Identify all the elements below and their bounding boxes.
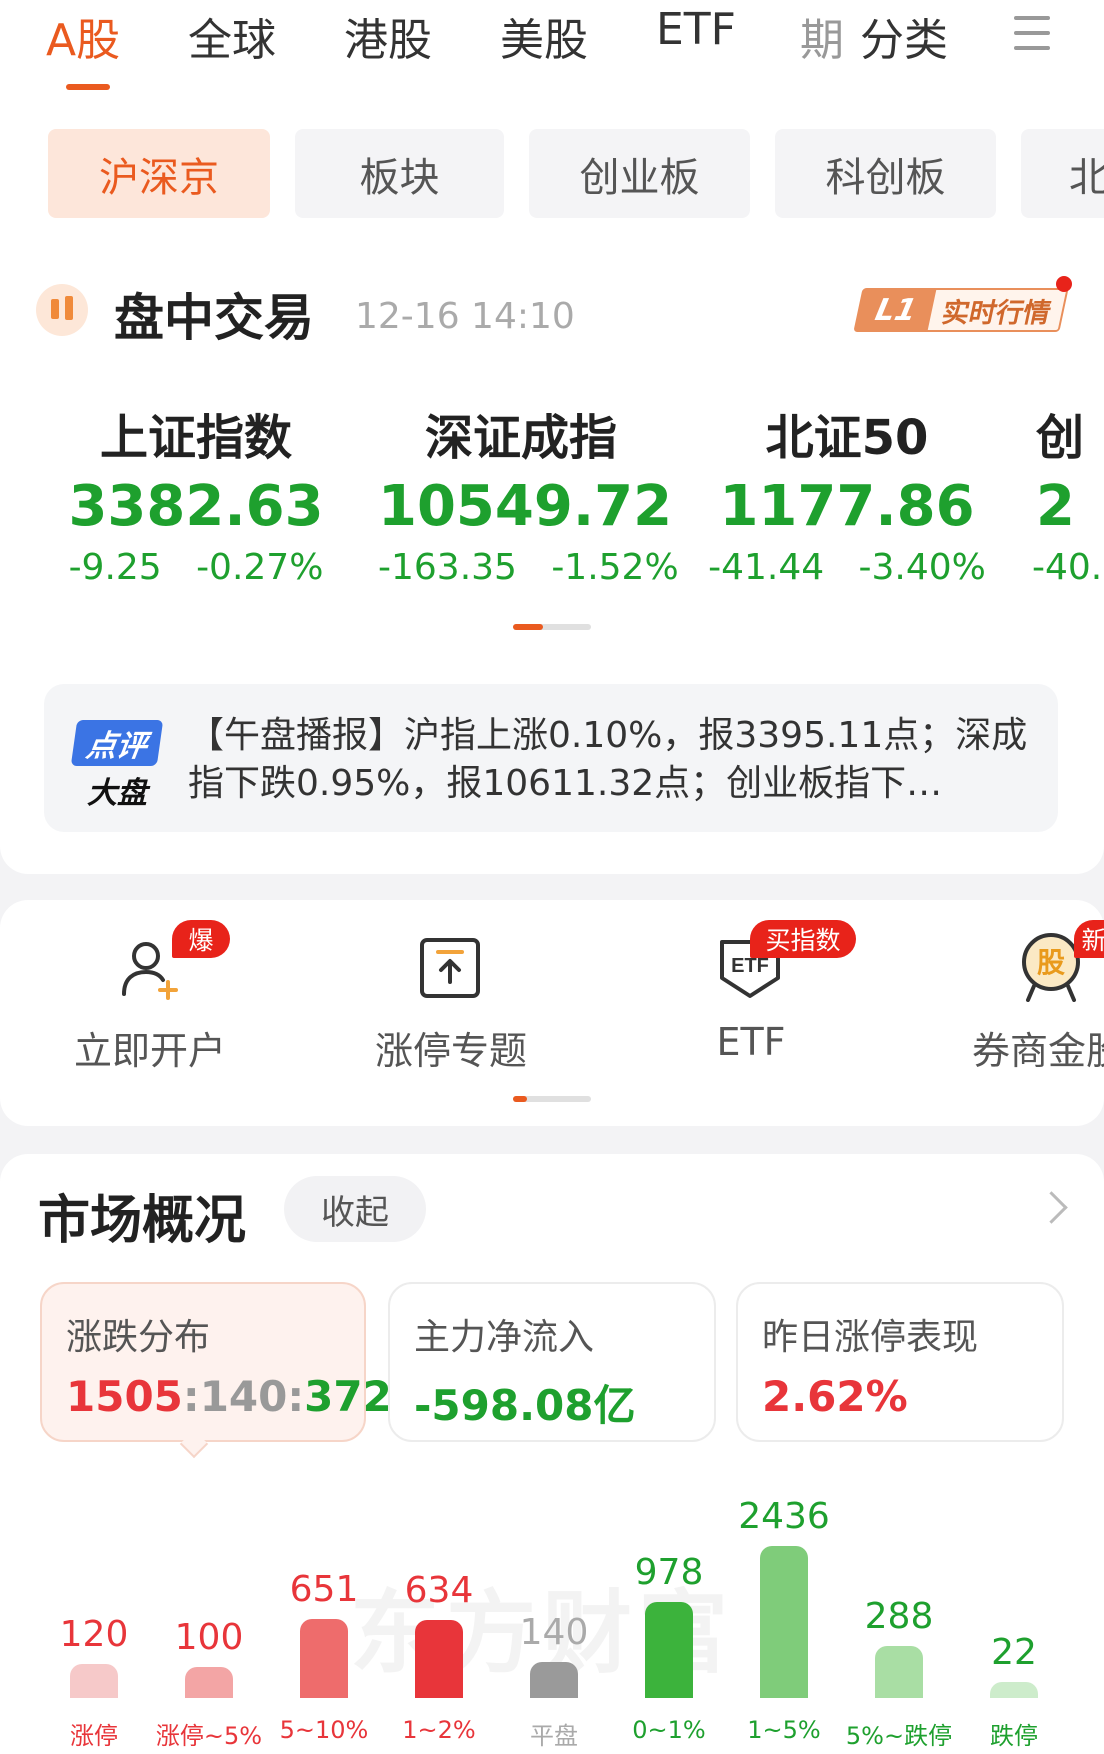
candlestick-icon (36, 284, 88, 336)
trading-title: 盘中交易 (114, 289, 314, 347)
new-badge: 新 (1074, 920, 1104, 958)
stat-value: 2.62% (762, 1372, 908, 1421)
index-name: 北证50 (765, 410, 929, 466)
chart-bar (875, 1646, 923, 1698)
index-name: 创 (1036, 410, 1085, 466)
quick-link-etf[interactable]: ETF (676, 1020, 826, 1064)
commentary-logo: 点评 大盘 (70, 720, 164, 812)
chart-value-label: 978 (634, 1552, 704, 1593)
chart-category-label: 5%~跌停 (845, 1722, 953, 1750)
index-chinext[interactable]: 创 2 -40. (1032, 398, 1104, 588)
subtab-sector[interactable]: 板块 (295, 129, 504, 218)
limit-up-topic-icon (420, 938, 480, 998)
hot-badge: 爆 (172, 920, 230, 958)
stat-yesterday-limit-up[interactable]: 昨日涨停表现 2.62% (736, 1282, 1064, 1442)
stat-label: 涨跌分布 (66, 1317, 211, 1358)
chart-bar (645, 1602, 693, 1698)
market-commentary[interactable]: 点评 大盘 【午盘播报】沪指上涨0.10%，报3395.11点；深成指下跌0.9… (44, 684, 1058, 832)
chart-value-label: 100 (174, 1617, 244, 1658)
chart-bar (185, 1667, 233, 1698)
realtime-label: 实时行情 (925, 288, 1069, 332)
chart-value-label: 120 (59, 1614, 129, 1655)
stat-label: 主力净流入 (414, 1317, 595, 1358)
chart-category-label: 1~5% (747, 1716, 821, 1744)
index-value: 2 (1036, 474, 1075, 539)
index-change: -40. (1032, 547, 1103, 588)
trading-time: 12-16 14:10 (355, 296, 575, 337)
quick-links-card (0, 900, 1104, 1126)
stat-label: 昨日涨停表现 (762, 1317, 979, 1358)
realtime-quote-badge[interactable]: L1 实时行情 (853, 276, 1072, 332)
index-name: 深证成指 (424, 410, 617, 466)
subtab-bse[interactable]: 北 (1021, 129, 1104, 218)
index-name: 上证指数 (99, 410, 292, 466)
tab-futures[interactable]: 期 (800, 4, 844, 68)
index-value: 10549.72 (378, 474, 673, 539)
chart-category-label: 跌停 (990, 1722, 1038, 1750)
menu-icon[interactable] (1014, 16, 1050, 61)
chart-value-label: 634 (404, 1570, 474, 1611)
chart-bar (300, 1619, 348, 1698)
index-buy-badge: 买指数 (750, 920, 856, 958)
quick-links-pager (513, 1096, 591, 1102)
stat-up-down-distribution[interactable]: 涨跌分布 1505:140:3724 (40, 1282, 422, 1442)
chart-value-label: 2436 (738, 1496, 830, 1537)
chart-category-label: 涨停 (70, 1722, 118, 1750)
chart-value-label: 288 (864, 1596, 934, 1637)
svg-text:股: 股 (1037, 946, 1065, 979)
active-tab-indicator (66, 84, 110, 90)
subtab-hsj[interactable]: 沪深京 (48, 129, 270, 218)
chart-category-label: 0~1% (632, 1716, 706, 1744)
quick-link-limit-up[interactable]: 涨停专题 (358, 1020, 544, 1075)
chart-bar (415, 1620, 463, 1698)
collapse-button[interactable]: 收起 (284, 1176, 426, 1242)
chart-bar (760, 1546, 808, 1698)
chart-bar (990, 1682, 1038, 1698)
index-change: -41.44 -3.40% (708, 547, 986, 588)
subtab-chinext[interactable]: 创业板 (529, 129, 750, 218)
quick-link-broker-gold[interactable]: 券商金股 (972, 1020, 1104, 1075)
chart-category-label: 5~10% (279, 1716, 369, 1744)
tab-hk[interactable]: 港股 (344, 4, 432, 68)
index-change: -163.35 -1.52% (378, 547, 679, 588)
stat-main-net-inflow[interactable]: 主力净流入 -598.08亿 (388, 1282, 716, 1442)
chart-value-label: 22 (991, 1632, 1037, 1673)
stat-value: 1505:140:3724 (66, 1372, 422, 1421)
subtab-star[interactable]: 科创板 (775, 129, 996, 218)
index-bse50[interactable]: 北证50 1177.86 -41.44 -3.40% (704, 398, 990, 588)
chart-bar (70, 1664, 118, 1698)
tab-a-shares[interactable]: A股 (46, 4, 120, 68)
quick-link-open-account[interactable]: 立即开户 (60, 1020, 240, 1075)
index-change: -9.25 -0.27% (68, 547, 324, 588)
market-title: 市场概况 (38, 1191, 247, 1251)
chart-value-label: 651 (289, 1569, 359, 1610)
tab-category[interactable]: 分类 (860, 4, 948, 68)
index-szse[interactable]: 深证成指 10549.72 -163.35 -1.52% (378, 398, 679, 588)
chart-category-label: 1~2% (402, 1716, 476, 1744)
chart-category-label: 平盘 (530, 1722, 578, 1750)
index-value: 3382.63 (68, 474, 324, 539)
index-sse[interactable]: 上证指数 3382.63 -9.25 -0.27% (64, 398, 328, 588)
chart-value-label: 140 (519, 1612, 589, 1653)
notification-dot (1056, 276, 1072, 292)
chart-category-label: 涨停~5% (155, 1722, 263, 1750)
chart-bar (530, 1662, 578, 1698)
market-tabs: A股 全球 港股 美股 ETF 期 分类 (0, 0, 1104, 93)
tab-global[interactable]: 全球 (188, 4, 276, 68)
svg-text:ETF: ETF (731, 955, 769, 977)
tab-us[interactable]: 美股 (500, 4, 588, 68)
index-value: 1177.86 (719, 474, 975, 539)
stat-value: -598.08亿 (414, 1381, 636, 1430)
commentary-text: 【午盘播报】沪指上涨0.10%，报3395.11点；深成指下跌0.95%，报10… (188, 715, 1028, 804)
tab-etf[interactable]: ETF (656, 4, 736, 55)
index-pager (513, 624, 591, 630)
